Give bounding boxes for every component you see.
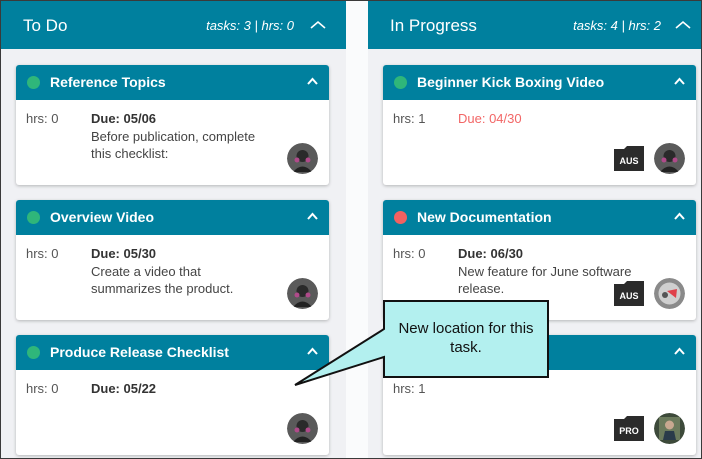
chevron-up-icon[interactable]: [310, 17, 326, 33]
avatar[interactable]: [287, 143, 318, 174]
column-stats: tasks: 3 | hrs: 0: [206, 18, 294, 33]
card-header[interactable]: New Documentation: [383, 200, 696, 235]
card-title: Reference Topics: [50, 74, 166, 90]
column-title: In Progress: [390, 16, 477, 35]
column-gutter: [346, 1, 368, 458]
task-due-date: Due: 05/06: [91, 111, 157, 126]
chevron-up-icon[interactable]: [673, 345, 686, 358]
avatar[interactable]: [287, 278, 318, 309]
task-hours: hrs: 1: [393, 381, 426, 396]
task-due-date: Due: 06/30: [458, 246, 524, 261]
task-hours: hrs: 0: [26, 246, 59, 261]
column-in-progress: In Progress tasks: 4 | hrs: 2 Beginner K…: [368, 1, 701, 458]
folder-label: AUS: [619, 156, 639, 166]
task-description: Before publication, complete this checkl…: [91, 129, 256, 161]
chevron-up-icon[interactable]: [306, 210, 319, 223]
folder-label: AUS: [619, 291, 639, 301]
task-due-date: Due: 04/30: [458, 111, 522, 126]
chevron-up-icon[interactable]: [675, 17, 691, 33]
card-header[interactable]: Produce Release Checklist: [16, 335, 329, 370]
task-hours: hrs: 0: [26, 381, 59, 396]
column-todo: To Do tasks: 3 | hrs: 0 Reference Topics…: [1, 1, 346, 458]
status-dot: [27, 211, 40, 224]
task-card[interactable]: Overview Video hrs: 0 Due: 05/30 Create …: [16, 200, 329, 320]
task-hours: hrs: 0: [26, 111, 59, 126]
task-card[interactable]: Reference Topics hrs: 0 Due: 05/06 Befor…: [16, 65, 329, 185]
task-description: Create a video that summarizes the produ…: [91, 264, 234, 296]
folder-label: PRO: [619, 426, 639, 436]
column-title: To Do: [23, 16, 68, 35]
chevron-up-icon[interactable]: [673, 210, 686, 223]
avatar[interactable]: [654, 278, 685, 309]
callout-text: New location for this task.: [398, 320, 534, 356]
status-dot: [394, 211, 407, 224]
status-dot: [27, 76, 40, 89]
avatar[interactable]: [654, 413, 685, 444]
column-stats: tasks: 4 | hrs: 2: [573, 18, 661, 33]
status-dot: [27, 346, 40, 359]
column-header-todo: To Do tasks: 3 | hrs: 0: [1, 1, 346, 49]
task-due-date: Due: 05/22: [91, 381, 157, 396]
card-header[interactable]: Overview Video: [16, 200, 329, 235]
task-hours: hrs: 1: [393, 111, 426, 126]
task-card[interactable]: Beginner Kick Boxing Video hrs: 1 Due: 0…: [383, 65, 696, 185]
chevron-up-icon[interactable]: [306, 345, 319, 358]
status-dot: [394, 76, 407, 89]
task-description: New feature for June software release.: [458, 264, 632, 296]
task-card[interactable]: New Documentation hrs: 0 Due: 06/30 New …: [383, 200, 696, 320]
task-hours: hrs: 0: [393, 246, 426, 261]
folder-icon[interactable]: PRO: [613, 415, 645, 442]
card-title: Beginner Kick Boxing Video: [417, 74, 605, 90]
folder-icon[interactable]: AUS: [613, 145, 645, 172]
chevron-up-icon[interactable]: [673, 75, 686, 88]
avatar[interactable]: [287, 413, 318, 444]
card-header[interactable]: Beginner Kick Boxing Video: [383, 65, 696, 100]
folder-icon[interactable]: AUS: [613, 280, 645, 307]
task-card[interactable]: Produce Release Checklist hrs: 0 Due: 05…: [16, 335, 329, 455]
card-title: Produce Release Checklist: [50, 344, 229, 360]
avatar[interactable]: [654, 143, 685, 174]
kanban-board: To Do tasks: 3 | hrs: 0 Reference Topics…: [1, 1, 701, 458]
task-due-date: Due: 05/30: [91, 246, 157, 261]
column-header-in-progress: In Progress tasks: 4 | hrs: 2: [368, 1, 701, 49]
card-title: Overview Video: [50, 209, 155, 225]
card-title: New Documentation: [417, 209, 552, 225]
chevron-up-icon[interactable]: [306, 75, 319, 88]
card-header[interactable]: Reference Topics: [16, 65, 329, 100]
